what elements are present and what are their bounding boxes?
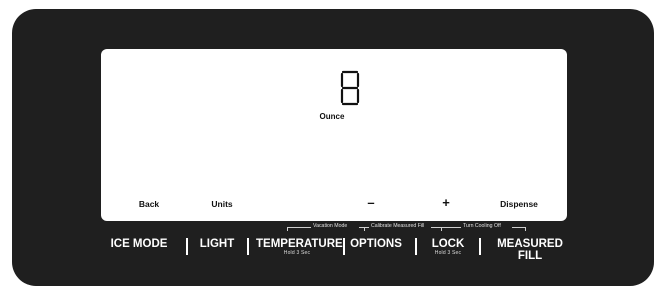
temperature-button[interactable]: TEMPERATURE Hold 3 Sec: [256, 238, 343, 257]
separator: [343, 238, 345, 255]
back-button[interactable]: Back: [139, 199, 159, 209]
ice-mode-button[interactable]: ICE MODE: [104, 238, 174, 257]
light-label: LIGHT: [199, 238, 235, 250]
dispense-button[interactable]: Dispense: [500, 199, 538, 209]
temperature-label: TEMPERATURE: [256, 238, 343, 250]
plus-button[interactable]: +: [442, 195, 450, 210]
turn-cooling-bracket-line-left: [431, 227, 461, 228]
lock-button[interactable]: LOCK Hold 3 Sec: [428, 238, 468, 257]
turn-cooling-bracket-line-right: [512, 227, 526, 228]
turn-cooling-bracket-tick-right: [525, 227, 526, 231]
lock-label: LOCK: [431, 238, 465, 250]
minus-button[interactable]: –: [367, 195, 374, 210]
dispenser-display: Ounce Back Units – + Dispense: [101, 49, 567, 221]
separator: [186, 238, 188, 255]
light-button[interactable]: LIGHT: [198, 238, 236, 257]
separator: [247, 238, 249, 255]
turn-cooling-bracket-tick: [441, 227, 442, 231]
units-button[interactable]: Units: [211, 199, 232, 209]
lock-hold-hint: Hold 3 Sec: [434, 250, 462, 256]
vacation-mode-bracket-line: [287, 227, 311, 228]
options-label: OPTIONS: [350, 238, 402, 250]
calibrate-bracket-tick: [364, 227, 365, 231]
vacation-mode-bracket-tick: [287, 227, 288, 231]
turn-cooling-off-hint: Turn Cooling Off: [463, 223, 501, 229]
measured-fill-button[interactable]: MEASURED FILL: [488, 238, 572, 262]
temperature-hold-hint: Hold 3 Sec: [283, 250, 311, 256]
separator: [479, 238, 481, 255]
seven-segment-digit: [340, 70, 360, 106]
separator: [415, 238, 417, 255]
ice-mode-label: ICE MODE: [110, 238, 168, 250]
unit-label: Ounce: [319, 112, 345, 121]
vacation-mode-hint: Vacation Mode: [313, 223, 348, 229]
calibrate-measured-fill-hint: Calibrate Measured Fill: [371, 223, 425, 229]
options-button[interactable]: OPTIONS: [350, 238, 402, 257]
